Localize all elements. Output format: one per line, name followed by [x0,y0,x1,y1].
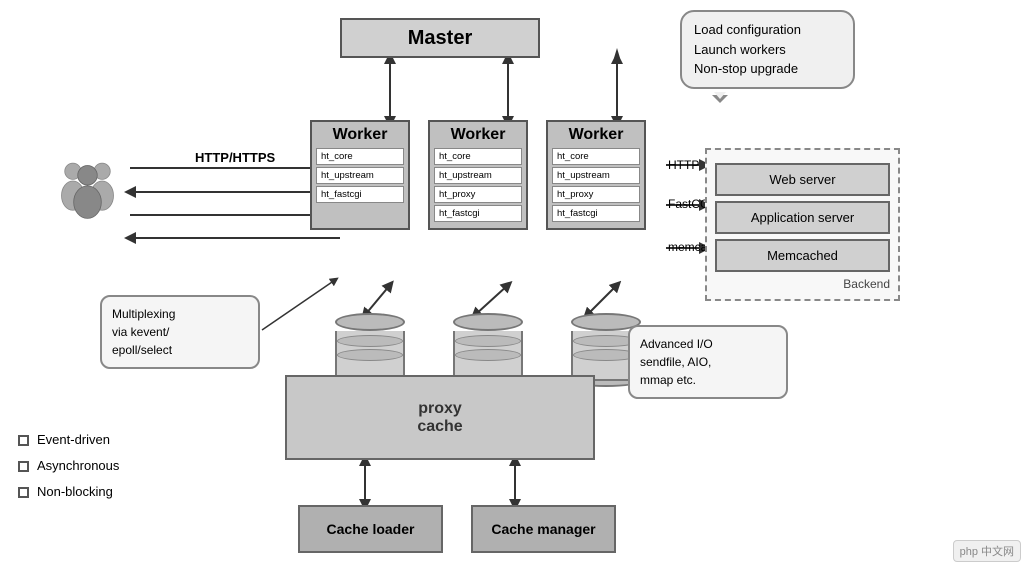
legend-square-1 [18,435,29,446]
adv-io-callout: Advanced I/O sendfile, AIO, mmap etc. [628,325,788,399]
legend-item-nonblocking: Non-blocking [18,479,119,505]
php-logo-text: php 中文网 [960,546,1014,558]
backend-webserver: Web server [715,163,890,196]
cyl-1-top [335,313,405,331]
cache-row: Cache loader Cache manager [298,505,616,553]
multiplex-line3: epoll/select [112,343,172,357]
multiplex-line1: Multiplexing [112,307,175,321]
backend-box: Web server Application server Memcached … [705,148,900,301]
workers-area: Worker ht_core ht_upstream ht_fastcgi Wo… [310,120,646,230]
worker-2-mod-3: ht_proxy [434,186,522,203]
callout-topleft: Load configuration Launch workers Non-st… [680,10,855,89]
cache-manager-label: Cache manager [491,521,595,537]
proxy-cache-box: proxy cache [285,375,595,460]
adv-io-line1: Advanced I/O [640,337,713,351]
worker-box-1: Worker ht_core ht_upstream ht_fastcgi [310,120,410,230]
cache-loader-label: Cache loader [327,521,415,537]
master-box: Master [340,18,540,58]
legend-square-2 [18,461,29,472]
http-https-label: HTTP/HTTPS [195,150,275,165]
callout-line2: Launch workers [694,42,786,57]
backend-label: Backend [715,277,890,291]
callout-line1: Load configuration [694,22,801,37]
worker-box-3: Worker ht_core ht_upstream ht_proxy ht_f… [546,120,646,230]
http-conn-label: HTTP [668,158,699,172]
worker-1-mod-3: ht_fastcgi [316,186,404,203]
people-icon [55,155,120,220]
worker-2-title: Worker [434,126,522,144]
cache-manager-box: Cache manager [471,505,616,553]
worker-3-mod-4: ht_fastcgi [552,205,640,222]
php-logo: php 中文网 [953,540,1021,562]
legend-item-event-driven: Event-driven [18,427,119,453]
adv-io-line3: mmap etc. [640,373,696,387]
legend-label-2: Asynchronous [37,453,119,479]
cyl-2-top [453,313,523,331]
worker-3-mod-3: ht_proxy [552,186,640,203]
legend-item-async: Asynchronous [18,453,119,479]
diagram: Master Load configuration Launch workers… [0,0,1029,570]
multiplex-callout: Multiplexing via kevent/ epoll/select [100,295,260,369]
worker-1-mod-2: ht_upstream [316,167,404,184]
adv-io-line2: sendfile, AIO, [640,355,711,369]
cyl-1-body [335,331,405,381]
worker-3-title: Worker [552,126,640,144]
worker-2-mod-2: ht_upstream [434,167,522,184]
cache-loader-box: Cache loader [298,505,443,553]
proxy-cache-line1: proxy [418,400,462,418]
legend-square-3 [18,487,29,498]
worker-2-mod-4: ht_fastcgi [434,205,522,222]
multiplex-line2: via kevent/ [112,325,169,339]
legend-label-1: Event-driven [37,427,110,453]
cyl-2-body [453,331,523,381]
proxy-cache-line2: cache [417,418,462,436]
worker-3-mod-2: ht_upstream [552,167,640,184]
worker-2-mod-1: ht_core [434,148,522,165]
worker-box-2: Worker ht_core ht_upstream ht_proxy ht_f… [428,120,528,230]
legend: Event-driven Asynchronous Non-blocking [18,427,119,505]
backend-appserver: Application server [715,201,890,234]
worker-1-title: Worker [316,126,404,144]
master-label: Master [408,27,472,50]
backend-memcached: Memcached [715,239,890,272]
callout-line3: Non-stop upgrade [694,61,798,76]
worker-3-mod-1: ht_core [552,148,640,165]
worker-1-mod-1: ht_core [316,148,404,165]
legend-label-3: Non-blocking [37,479,113,505]
